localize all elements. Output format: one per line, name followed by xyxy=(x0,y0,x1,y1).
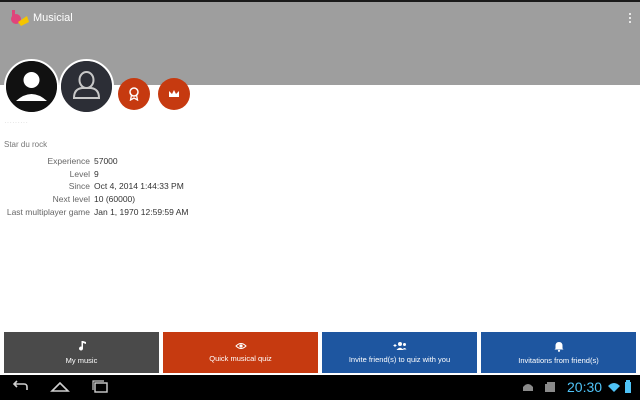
stat-value: 57000 xyxy=(94,156,118,167)
profile-subtitle: Star du rock xyxy=(4,140,48,149)
notification-icon xyxy=(545,382,555,392)
stat-value: Jan 1, 1970 12:59:59 AM xyxy=(94,206,189,217)
battery-icon xyxy=(625,380,631,393)
stat-value: Oct 4, 2014 1:44:33 PM xyxy=(94,181,184,192)
home-icon[interactable] xyxy=(50,379,70,395)
invite-friends-button[interactable]: Invite friend(s) to quiz with you xyxy=(322,332,477,373)
stat-row-next-level: Next level 10 (60000) xyxy=(0,193,400,206)
stat-row-last-multiplayer: Last multiplayer game Jan 1, 1970 12:59:… xyxy=(0,205,400,218)
stat-label: Since xyxy=(68,181,90,192)
android-notification-icon xyxy=(523,384,533,391)
award-badge-button[interactable] xyxy=(118,78,150,110)
action-bar: My music Quick musical quiz Invite frien… xyxy=(0,332,640,373)
crown-badge-button[interactable] xyxy=(158,78,190,110)
award-ribbon-icon xyxy=(129,87,139,101)
back-icon[interactable] xyxy=(10,379,30,395)
system-navigation-bar: 20:30 xyxy=(0,375,640,400)
stat-value: 9 xyxy=(94,168,99,179)
stat-row-experience: Experience 57000 xyxy=(0,155,400,168)
my-music-label: My music xyxy=(65,356,98,365)
stat-label: Next level xyxy=(52,194,90,205)
app-logo-icon xyxy=(11,10,29,26)
stat-label: Experience xyxy=(47,156,90,167)
wifi-icon xyxy=(608,383,620,392)
recent-apps-icon[interactable] xyxy=(90,379,110,395)
quick-quiz-label: Quick musical quiz xyxy=(209,354,272,363)
my-music-button[interactable]: My music xyxy=(4,332,159,373)
stat-label: Level xyxy=(69,168,90,179)
stat-row-level: Level 9 xyxy=(0,168,400,181)
invite-friends-label: Invite friend(s) to quiz with you xyxy=(348,355,451,364)
crown-icon xyxy=(169,90,179,97)
add-friends-icon xyxy=(393,342,406,350)
invitations-button[interactable]: Invitations from friend(s) xyxy=(481,332,636,373)
user-silhouette-icon xyxy=(6,61,57,112)
invitations-label: Invitations from friend(s) xyxy=(518,355,599,365)
bell-icon xyxy=(554,341,563,352)
stat-label: Last multiplayer game xyxy=(6,206,90,217)
user-avatar[interactable] xyxy=(4,59,59,114)
profile-stats: Experience 57000 Level 9 Since Oct 4, 20… xyxy=(0,155,400,218)
stat-row-since: Since Oct 4, 2014 1:44:33 PM xyxy=(0,180,400,193)
faded-username: ········· xyxy=(4,118,28,127)
eye-icon xyxy=(234,343,247,349)
stat-value: 10 (60000) xyxy=(94,194,136,205)
app-title: Musicial xyxy=(33,12,73,24)
music-note-icon xyxy=(78,341,86,351)
quick-quiz-button[interactable]: Quick musical quiz xyxy=(163,332,318,373)
overflow-menu-icon[interactable] xyxy=(624,10,636,26)
friend-avatar[interactable] xyxy=(59,59,114,114)
status-time: 20:30 xyxy=(567,379,603,395)
person-outline-icon xyxy=(61,61,112,112)
